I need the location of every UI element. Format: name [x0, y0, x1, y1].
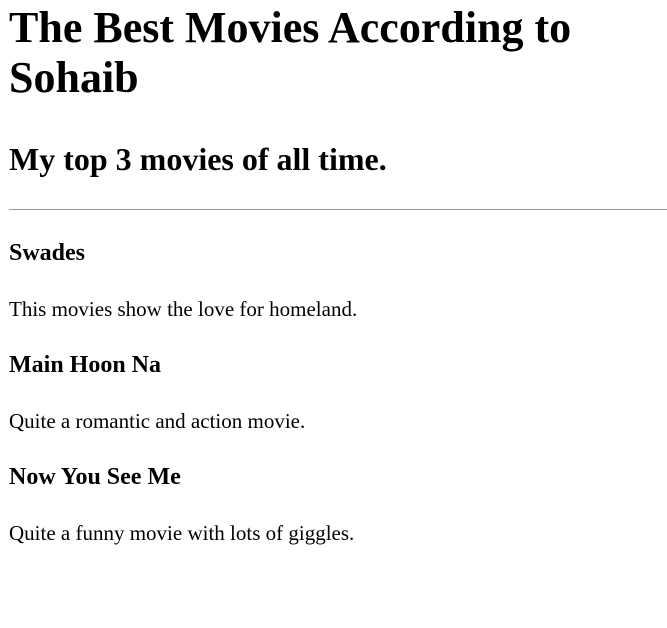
movie-item-now-you-see-me: Now You See Me Quite a funny movie with …	[9, 463, 667, 546]
movie-title: Swades	[9, 240, 86, 266]
movie-item-swades: Swades This movies show the love for hom…	[9, 239, 667, 322]
movie-title: Main Hoon Na	[9, 352, 162, 378]
movie-title: Now You See Me	[9, 464, 181, 490]
page-subtitle: My top 3 movies of all time.	[9, 141, 387, 177]
movie-description: Quite a romantic and action movie.	[9, 409, 306, 433]
divider	[9, 209, 667, 210]
movie-item-main-hoon-na: Main Hoon Na Quite a romantic and action…	[9, 351, 667, 434]
movie-description: Quite a funny movie with lots of giggles…	[9, 521, 355, 545]
page-title: The Best Movies According to Sohaib	[9, 3, 572, 102]
page-content: The Best Movies According to Sohaib My t…	[0, 3, 667, 546]
movie-description: This movies show the love for homeland.	[9, 297, 358, 321]
